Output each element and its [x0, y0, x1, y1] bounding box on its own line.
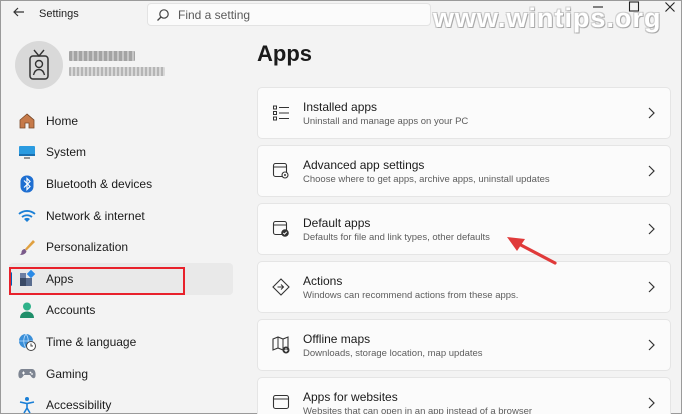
card-title: Advanced app settings — [303, 158, 425, 172]
person-icon — [17, 300, 37, 320]
sidebar-item-label: Time & language — [46, 334, 137, 349]
window-controls — [591, 1, 677, 15]
brush-icon — [17, 237, 37, 257]
card-description: Uninstall and manage apps on your PC — [303, 116, 469, 127]
card-description: Websites that can open in an app instead… — [303, 406, 533, 414]
card-description: Windows can recommend actions from these… — [303, 290, 519, 301]
globe-clock-icon — [17, 332, 37, 352]
sidebar-item-home[interactable]: Home — [9, 105, 233, 137]
back-button[interactable] — [9, 5, 29, 25]
minimize-button[interactable] — [591, 1, 605, 15]
close-button[interactable] — [663, 1, 677, 15]
back-arrow-icon — [13, 7, 24, 17]
profile-name-redacted — [69, 51, 135, 61]
search-input[interactable] — [178, 6, 418, 23]
minimize-icon — [593, 6, 603, 8]
card-title: Apps for websites — [303, 390, 398, 404]
web-apps-icon — [272, 394, 290, 410]
sidebar-item-network[interactable]: Network & internet — [9, 200, 233, 232]
sidebar-item-label: Accounts — [46, 303, 96, 318]
sidebar-item-system[interactable]: System — [9, 137, 233, 169]
sidebar-item-gaming[interactable]: Gaming — [9, 358, 233, 390]
sidebar-item-bluetooth[interactable]: Bluetooth & devices — [9, 168, 233, 200]
chevron-right-icon — [648, 165, 655, 177]
sidebar-item-label: Gaming — [46, 366, 89, 381]
home-icon — [17, 111, 37, 131]
sidebar-item-label: Bluetooth & devices — [46, 176, 153, 191]
highlight-box-apps — [9, 267, 185, 295]
sidebar-item-label: Accessibility — [46, 398, 112, 413]
card-title: Installed apps — [303, 100, 378, 114]
close-icon — [665, 2, 675, 12]
chevron-right-icon — [648, 397, 655, 409]
page-title: Apps — [257, 41, 312, 66]
settings-window: Settings www.wintips.org — [0, 0, 682, 414]
profile-email-redacted — [69, 67, 165, 76]
app-title: Settings — [39, 8, 79, 20]
card-advanced-app-settings[interactable]: Advanced app settings Choose where to ge… — [257, 145, 671, 197]
avatar[interactable] — [15, 41, 63, 89]
accessibility-icon — [17, 395, 37, 414]
badge-person-icon — [29, 49, 49, 80]
card-title: Offline maps — [303, 332, 371, 346]
maximize-icon — [628, 1, 640, 12]
chevron-right-icon — [648, 281, 655, 293]
bluetooth-icon — [17, 174, 37, 194]
monitor-icon — [17, 142, 37, 162]
search-icon — [157, 9, 169, 21]
card-description: Downloads, storage location, map updates — [303, 348, 483, 359]
sidebar-item-accessibility[interactable]: Accessibility — [9, 389, 233, 414]
sidebar-item-label: System — [46, 145, 87, 160]
sidebar-item-label: Home — [46, 113, 79, 128]
chevron-right-icon — [648, 339, 655, 351]
app-settings-icon — [272, 162, 289, 179]
card-apps-for-websites[interactable]: Apps for websites Websites that can open… — [257, 377, 671, 414]
maximize-button[interactable] — [627, 1, 641, 15]
default-apps-icon — [272, 220, 289, 237]
wifi-icon — [17, 206, 37, 226]
actions-icon — [272, 278, 290, 296]
chevron-right-icon — [648, 107, 655, 119]
sidebar: Home System Bluetooth & devices Network … — [1, 105, 241, 414]
card-title: Default apps — [303, 216, 371, 230]
sidebar-item-personalization[interactable]: Personalization — [9, 231, 233, 263]
annotation-arrow — [507, 237, 557, 265]
list-icon — [273, 105, 289, 121]
sidebar-item-accounts[interactable]: Accounts — [9, 295, 233, 327]
card-title: Actions — [303, 274, 343, 288]
card-description: Defaults for file and link types, other … — [303, 232, 490, 243]
gamepad-icon — [17, 364, 37, 384]
sidebar-item-label: Network & internet — [46, 208, 145, 223]
search-box[interactable] — [147, 3, 431, 26]
sidebar-item-label: Personalization — [46, 240, 129, 255]
chevron-right-icon — [648, 223, 655, 235]
map-icon — [272, 336, 290, 354]
card-actions[interactable]: Actions Windows can recommend actions fr… — [257, 261, 671, 313]
card-offline-maps[interactable]: Offline maps Downloads, storage location… — [257, 319, 671, 371]
card-default-apps[interactable]: Default apps Defaults for file and link … — [257, 203, 671, 255]
title-bar: Settings www.wintips.org — [1, 1, 681, 33]
card-installed-apps[interactable]: Installed apps Uninstall and manage apps… — [257, 87, 671, 139]
card-description: Choose where to get apps, archive apps, … — [303, 174, 550, 185]
sidebar-item-time-language[interactable]: Time & language — [9, 326, 233, 358]
